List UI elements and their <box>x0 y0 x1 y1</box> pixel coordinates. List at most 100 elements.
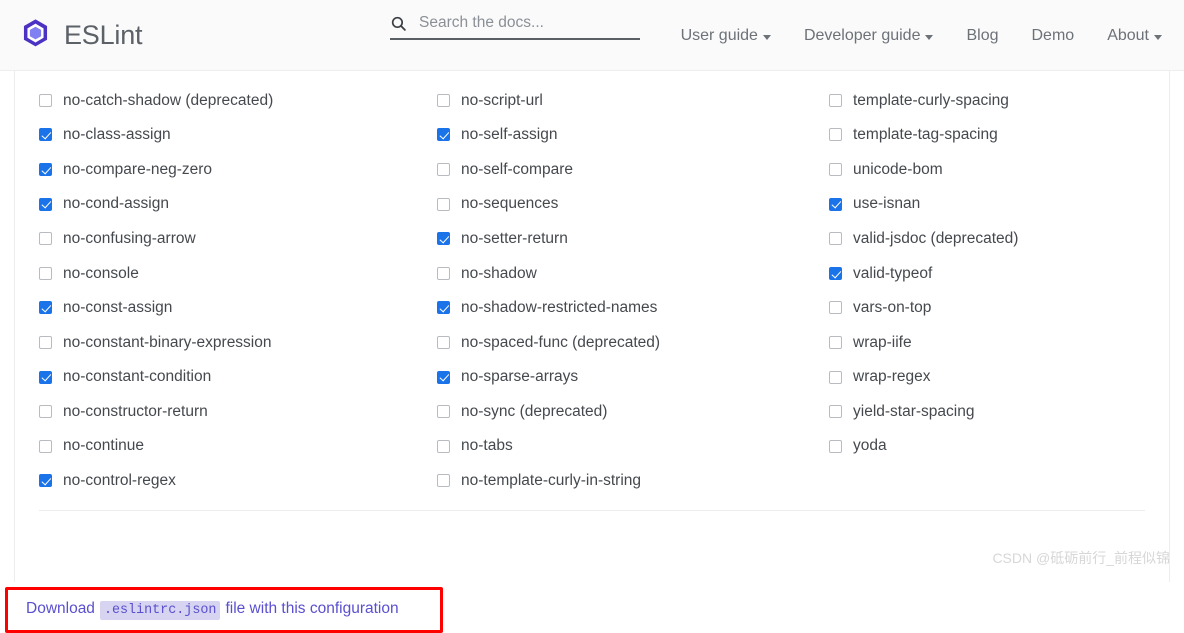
rule-row[interactable]: no-compare-neg-zero <box>39 152 410 187</box>
rule-checkbox[interactable] <box>437 94 450 107</box>
rule-checkbox[interactable] <box>437 405 450 418</box>
rule-checkbox[interactable] <box>437 232 450 245</box>
nav-item-developer-guide[interactable]: Developer guide <box>804 27 934 45</box>
nav-item-user-guide[interactable]: User guide <box>681 27 771 45</box>
rule-label[interactable]: yield-star-spacing <box>853 404 974 420</box>
rule-row[interactable]: yield-star-spacing <box>829 394 1184 429</box>
rule-checkbox[interactable] <box>829 163 842 176</box>
rule-label[interactable]: use-isnan <box>853 196 920 212</box>
rule-checkbox[interactable] <box>829 440 842 453</box>
rule-label[interactable]: no-cond-assign <box>63 196 169 212</box>
rule-row[interactable]: valid-jsdoc (deprecated) <box>829 221 1184 256</box>
rule-row[interactable]: no-confusing-arrow <box>39 221 410 256</box>
rule-label[interactable]: no-shadow <box>461 266 537 282</box>
rule-row[interactable]: no-const-assign <box>39 291 410 326</box>
nav-item-demo[interactable]: Demo <box>1032 27 1075 45</box>
rule-label[interactable]: no-const-assign <box>63 300 172 316</box>
rule-checkbox[interactable] <box>39 301 52 314</box>
rule-label[interactable]: wrap-iife <box>853 335 912 351</box>
rule-label[interactable]: no-class-assign <box>63 127 171 143</box>
rule-label[interactable]: no-constant-condition <box>63 369 211 385</box>
rule-label[interactable]: no-control-regex <box>63 473 176 489</box>
download-config-link[interactable]: Download .eslintrc.json file with this c… <box>26 600 399 620</box>
rule-row[interactable]: no-spaced-func (deprecated) <box>437 325 805 360</box>
rule-row[interactable]: unicode-bom <box>829 152 1184 187</box>
rule-checkbox[interactable] <box>39 440 52 453</box>
rule-checkbox[interactable] <box>39 94 52 107</box>
rule-checkbox[interactable] <box>437 163 450 176</box>
rule-row[interactable]: no-tabs <box>437 429 805 464</box>
rule-row[interactable]: wrap-regex <box>829 360 1184 395</box>
nav-item-about[interactable]: About <box>1107 27 1162 45</box>
rule-label[interactable]: no-setter-return <box>461 231 568 247</box>
search-box[interactable] <box>390 14 640 40</box>
nav-item-blog[interactable]: Blog <box>966 27 998 45</box>
rule-label[interactable]: no-shadow-restricted-names <box>461 300 657 316</box>
rule-row[interactable]: no-console <box>39 256 410 291</box>
rule-row[interactable]: no-shadow <box>437 256 805 291</box>
rule-label[interactable]: no-console <box>63 266 139 282</box>
rule-row[interactable]: no-cond-assign <box>39 187 410 222</box>
rule-label[interactable]: no-self-compare <box>461 162 573 178</box>
rule-label[interactable]: no-sparse-arrays <box>461 369 578 385</box>
rule-checkbox[interactable] <box>39 128 52 141</box>
rule-row[interactable]: no-sync (deprecated) <box>437 394 805 429</box>
rule-checkbox[interactable] <box>39 267 52 280</box>
rule-row[interactable]: no-continue <box>39 429 410 464</box>
rule-label[interactable]: no-script-url <box>461 93 543 109</box>
rule-label[interactable]: no-catch-shadow (deprecated) <box>63 93 273 109</box>
rule-checkbox[interactable] <box>39 198 52 211</box>
rule-label[interactable]: no-constructor-return <box>63 404 208 420</box>
rule-checkbox[interactable] <box>829 267 842 280</box>
rule-checkbox[interactable] <box>829 128 842 141</box>
rule-checkbox[interactable] <box>829 232 842 245</box>
rule-checkbox[interactable] <box>829 198 842 211</box>
rule-row[interactable]: no-constructor-return <box>39 394 410 429</box>
rule-checkbox[interactable] <box>437 336 450 349</box>
rule-checkbox[interactable] <box>437 371 450 384</box>
rule-label[interactable]: valid-jsdoc (deprecated) <box>853 231 1018 247</box>
rule-checkbox[interactable] <box>437 474 450 487</box>
rule-row[interactable]: no-constant-condition <box>39 360 410 395</box>
rule-label[interactable]: no-template-curly-in-string <box>461 473 641 489</box>
rule-label[interactable]: template-tag-spacing <box>853 127 998 143</box>
rule-row[interactable]: use-isnan <box>829 187 1184 222</box>
brand-home-link[interactable]: ESLint <box>18 18 142 53</box>
rule-row[interactable]: no-self-assign <box>437 118 805 153</box>
rule-checkbox[interactable] <box>437 198 450 211</box>
rule-label[interactable]: template-curly-spacing <box>853 93 1009 109</box>
rule-label[interactable]: no-sync (deprecated) <box>461 404 607 420</box>
search-input[interactable] <box>419 14 640 32</box>
rule-row[interactable]: wrap-iife <box>829 325 1184 360</box>
rule-checkbox[interactable] <box>39 336 52 349</box>
rule-row[interactable]: no-constant-binary-expression <box>39 325 410 360</box>
rule-row[interactable]: no-control-regex <box>39 464 410 499</box>
rule-label[interactable]: no-sequences <box>461 196 558 212</box>
rule-checkbox[interactable] <box>437 267 450 280</box>
rule-checkbox[interactable] <box>829 301 842 314</box>
rule-checkbox[interactable] <box>39 232 52 245</box>
rule-row[interactable]: no-template-curly-in-string <box>437 464 805 499</box>
rule-row[interactable]: no-script-url <box>437 83 805 118</box>
rule-checkbox[interactable] <box>39 405 52 418</box>
rule-checkbox[interactable] <box>829 405 842 418</box>
rule-label[interactable]: wrap-regex <box>853 369 931 385</box>
rule-row[interactable]: no-self-compare <box>437 152 805 187</box>
rule-checkbox[interactable] <box>39 371 52 384</box>
rule-label[interactable]: no-continue <box>63 438 144 454</box>
rule-row[interactable]: no-class-assign <box>39 118 410 153</box>
rule-label[interactable]: unicode-bom <box>853 162 943 178</box>
rule-row[interactable]: template-tag-spacing <box>829 118 1184 153</box>
rule-row[interactable]: template-curly-spacing <box>829 83 1184 118</box>
rule-label[interactable]: no-spaced-func (deprecated) <box>461 335 660 351</box>
rule-label[interactable]: valid-typeof <box>853 266 932 282</box>
rule-row[interactable]: no-catch-shadow (deprecated) <box>39 83 410 118</box>
rule-label[interactable]: no-self-assign <box>461 127 558 143</box>
rule-checkbox[interactable] <box>437 128 450 141</box>
rule-label[interactable]: no-compare-neg-zero <box>63 162 212 178</box>
rule-checkbox[interactable] <box>437 440 450 453</box>
rule-row[interactable]: valid-typeof <box>829 256 1184 291</box>
rule-row[interactable]: vars-on-top <box>829 291 1184 326</box>
rule-label[interactable]: no-constant-binary-expression <box>63 335 272 351</box>
rule-checkbox[interactable] <box>437 301 450 314</box>
